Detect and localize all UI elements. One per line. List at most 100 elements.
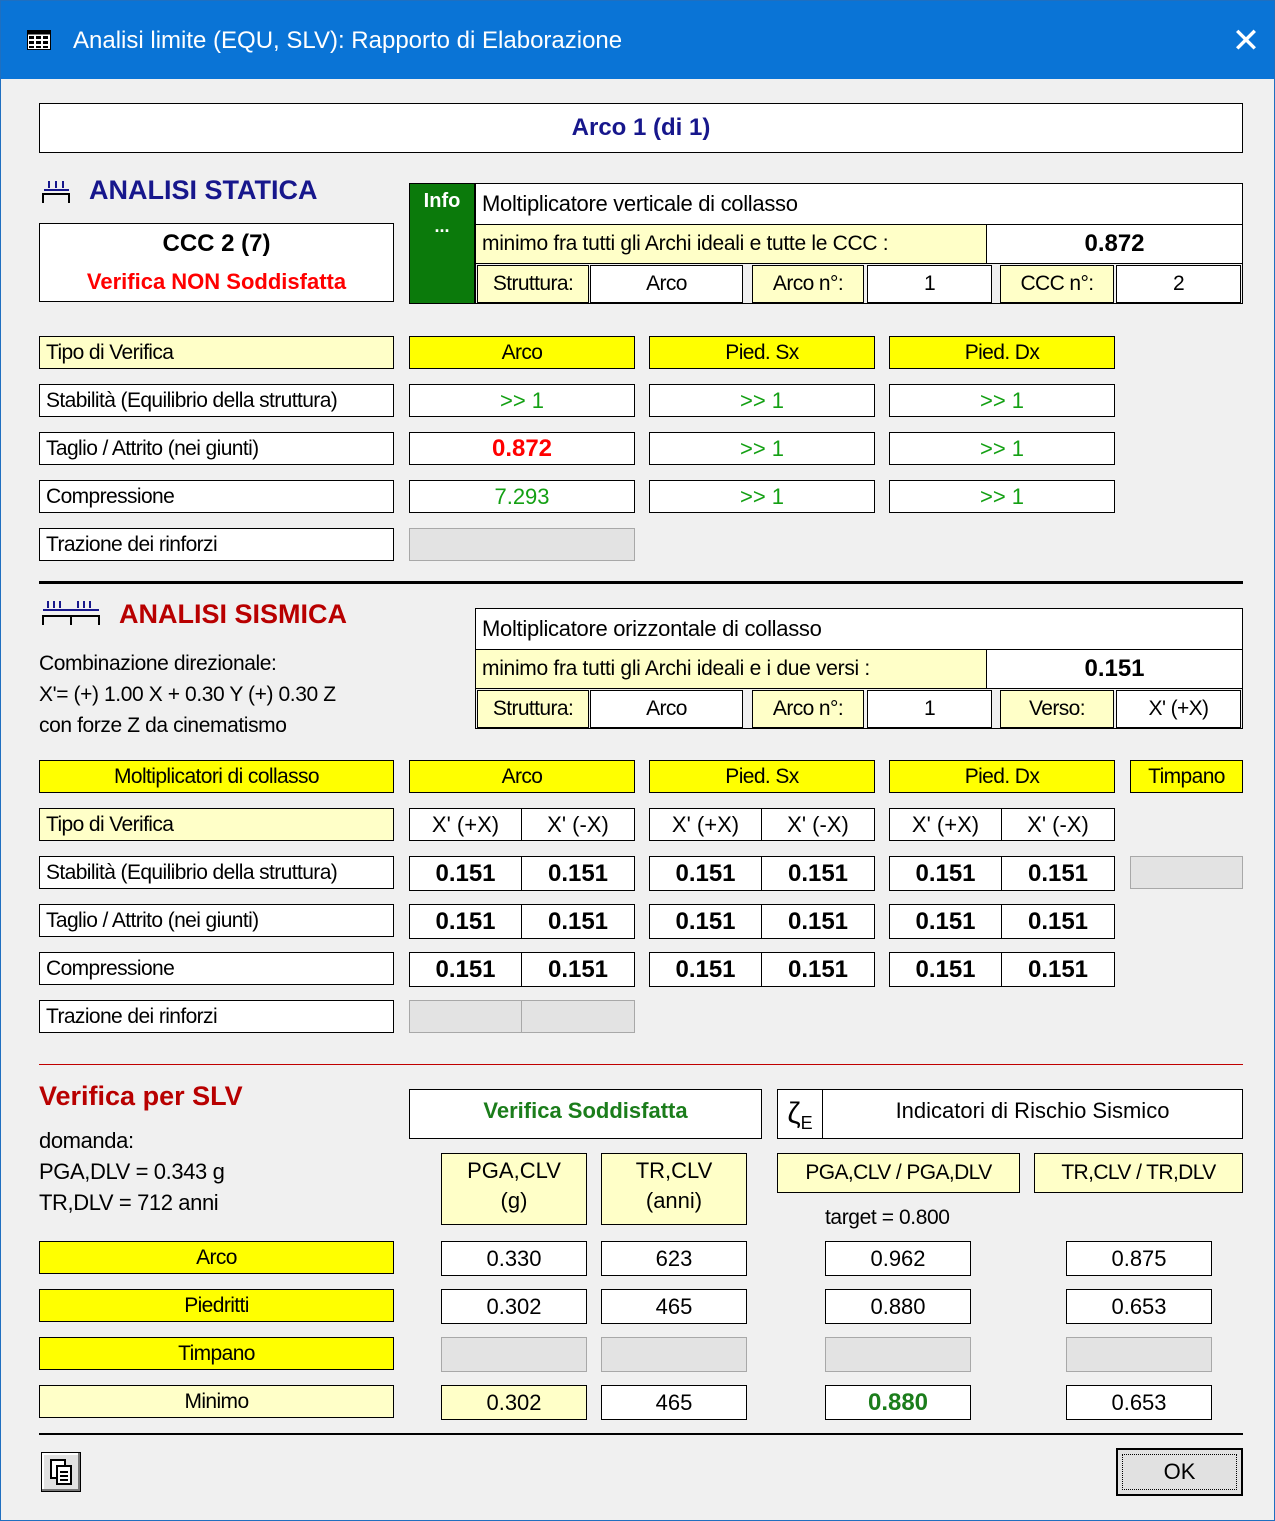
seismic-cell-pair: 0.151 0.151 <box>649 856 875 891</box>
seismic-cell: 0.151 <box>762 952 875 987</box>
seismic-cell-disabled <box>522 1000 635 1033</box>
static-cell: 0.872 <box>409 432 635 465</box>
static-verdict: Verifica NON Soddisfatta <box>39 262 394 302</box>
static-analysis-title: ANALISI STATICA <box>89 175 318 205</box>
ratio-pga-cell: 0.962 <box>825 1241 971 1276</box>
seismic-load-icon <box>42 601 100 625</box>
seismic-cell: 0.151 <box>889 856 1002 891</box>
seismic-cell: 0.151 <box>762 856 875 891</box>
seismic-cell: 0.151 <box>1002 904 1115 939</box>
seismic-cell: 0.151 <box>1002 952 1115 987</box>
app-grid-icon <box>27 30 51 50</box>
pga-clv-cell: 0.330 <box>441 1241 587 1276</box>
direction-pair: X' (+X) X' (-X) <box>409 808 635 841</box>
static-cell: >> 1 <box>649 432 875 465</box>
seismic-cell: 0.151 <box>522 856 635 891</box>
static-col-arco: Arco <box>409 336 635 369</box>
static-row-label: Stabilità (Equilibrio della struttura) <box>39 384 394 417</box>
direction-label: X' (+X) <box>649 808 762 841</box>
col-pga-clv: PGA,CLV (g) <box>441 1153 587 1225</box>
tr-clv-cell: 623 <box>601 1241 747 1276</box>
col-pga-clv-unit: (g) <box>500 1188 528 1213</box>
footer-divider <box>39 1433 1243 1435</box>
seismic-struttura-value: Arco <box>590 690 743 728</box>
seismic-type-header: Tipo di Verifica <box>39 808 394 841</box>
slv-demand-label: domanda: <box>39 1128 134 1153</box>
static-arco-value: 1 <box>867 265 992 303</box>
seismic-cell-pair: 0.151 0.151 <box>889 856 1115 891</box>
ok-button[interactable]: OK <box>1116 1448 1243 1496</box>
report-window: Analisi limite (EQU, SLV): Rapporto di E… <box>0 0 1275 1521</box>
direction-pair: X' (+X) X' (-X) <box>649 808 875 841</box>
static-cell-disabled <box>409 528 635 561</box>
pga-clv-min-cell: 0.302 <box>441 1385 587 1420</box>
ratio-tr-cell: 0.653 <box>1066 1289 1212 1324</box>
seismic-cell: 0.151 <box>649 904 762 939</box>
static-cell: >> 1 <box>409 384 635 417</box>
combo-line: con forze Z da cinematismo <box>39 714 287 737</box>
static-col-pied-sx: Pied. Sx <box>649 336 875 369</box>
seismic-cell-pair: 0.151 0.151 <box>409 856 635 891</box>
combo-line: Combinazione direzionale: <box>39 652 277 675</box>
pga-clv-cell: 0.302 <box>441 1289 587 1324</box>
combo-line: X'= (+) 1.00 X + 0.30 Y (+) 0.30 Z <box>39 683 336 706</box>
info-badge-dots: ... <box>434 216 450 236</box>
seismic-cell: 0.151 <box>762 904 875 939</box>
close-icon[interactable]: ✕ <box>1226 21 1266 61</box>
ratio-pga-cell-disabled <box>825 1337 971 1372</box>
static-cell: 7.293 <box>409 480 635 513</box>
section-divider <box>39 581 1243 584</box>
pga-clv-cell-disabled <box>441 1337 587 1372</box>
info-badge-label: Info <box>423 190 461 212</box>
static-min-value: 0.872 <box>986 224 1243 264</box>
seismic-cell-pair: 0.151 0.151 <box>649 952 875 987</box>
ratio-pga-cell: 0.880 <box>825 1289 971 1324</box>
seismic-col-arco: Arco <box>409 760 635 793</box>
seismic-row-label: Compressione <box>39 952 394 985</box>
slv-row-label: Arco <box>39 1241 394 1274</box>
seismic-cell: 0.151 <box>1002 856 1115 891</box>
static-ccc-n-label: CCC n°: <box>1000 265 1114 303</box>
seismic-analysis-title: ANALISI SISMICA <box>119 599 348 629</box>
static-cell: >> 1 <box>889 480 1115 513</box>
static-info-heading: Moltiplicatore verticale di collasso <box>475 183 1243 225</box>
col-tr-clv-name: TR,CLV <box>635 1158 713 1183</box>
direction-label: X' (-X) <box>1002 808 1115 841</box>
static-struttura-value: Arco <box>590 265 743 303</box>
seismic-cell-pair: 0.151 0.151 <box>889 952 1115 987</box>
static-row-label: Trazione dei rinforzi <box>39 528 394 561</box>
static-cell: >> 1 <box>649 384 875 417</box>
copy-button[interactable] <box>41 1452 81 1492</box>
col-ratio-pga: PGA,CLV / PGA,DLV <box>777 1153 1020 1193</box>
seismic-cell-pair: 0.151 0.151 <box>409 904 635 939</box>
target-label: target = 0.800 <box>825 1206 950 1229</box>
seismic-cell: 0.151 <box>522 904 635 939</box>
seismic-arco-value: 1 <box>867 690 992 728</box>
seismic-col-timpano: Timpano <box>1130 760 1243 793</box>
info-badge[interactable]: Info ... <box>409 183 475 304</box>
static-arco-label: Arco n°: <box>752 265 864 303</box>
static-col-pied-dx: Pied. Dx <box>889 336 1115 369</box>
seismic-cell-pair: 0.151 0.151 <box>649 904 875 939</box>
zeta-symbol: ζ <box>787 1097 801 1130</box>
direction-label: X' (-X) <box>762 808 875 841</box>
ratio-tr-cell: 0.875 <box>1066 1241 1212 1276</box>
slv-row-label: Piedritti <box>39 1289 394 1322</box>
static-type-header: Tipo di Verifica <box>39 336 394 369</box>
seismic-cell: 0.151 <box>889 952 1002 987</box>
seismic-info-heading: Moltiplicatore orizzontale di collasso <box>475 608 1243 650</box>
static-ccc-n-value: 2 <box>1116 265 1241 303</box>
seismic-arco-label: Arco n°: <box>752 690 864 728</box>
seismic-cell: 0.151 <box>649 856 762 891</box>
seismic-cell: 0.151 <box>522 952 635 987</box>
seismic-cell: 0.151 <box>889 904 1002 939</box>
seismic-cell-pair: 0.151 0.151 <box>889 904 1115 939</box>
seismic-min-value: 0.151 <box>986 649 1243 689</box>
seismic-col-pied-sx: Pied. Sx <box>649 760 875 793</box>
seismic-min-label: minimo fra tutti gli Archi ideali e i du… <box>475 649 987 689</box>
seismic-row-label: Stabilità (Equilibrio della struttura) <box>39 856 394 889</box>
zeta-e-icon: ζE <box>777 1089 823 1139</box>
slv-row-label: Timpano <box>39 1337 394 1370</box>
direction-label: X' (+X) <box>889 808 1002 841</box>
slv-pga-dlv: PGA,DLV = 0.343 g <box>39 1159 225 1184</box>
